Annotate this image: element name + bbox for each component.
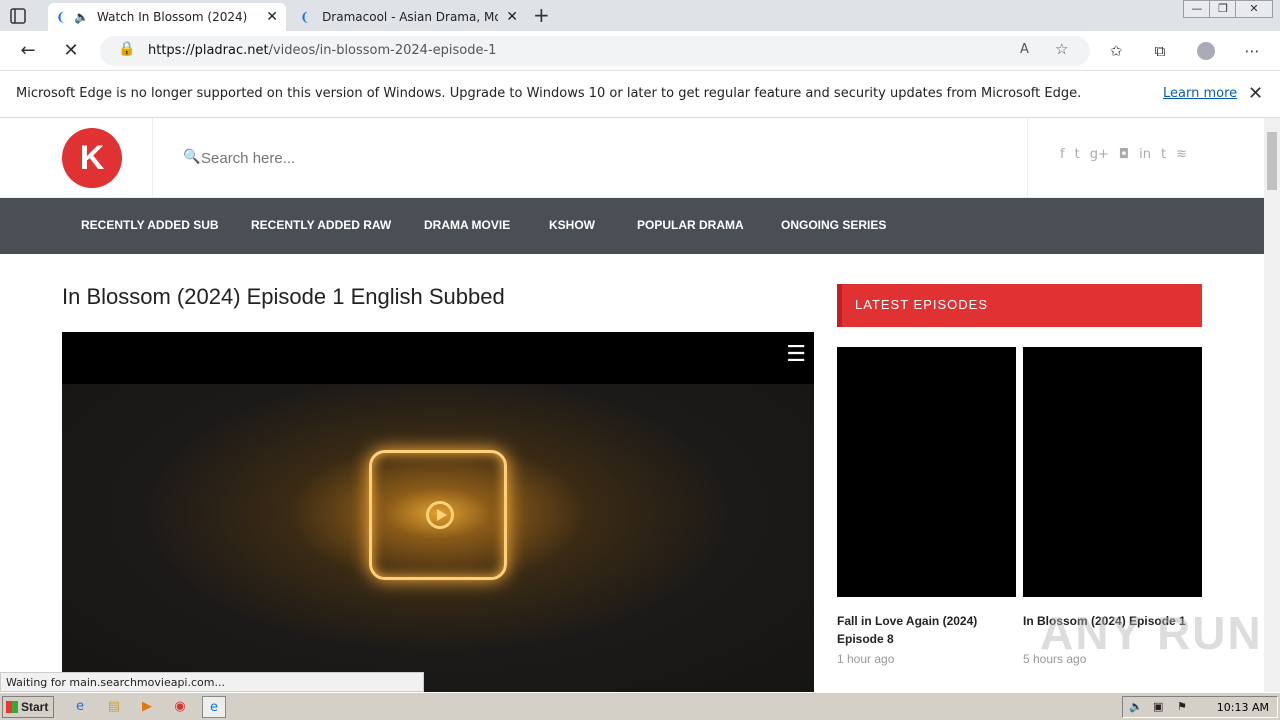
more-menu-icon[interactable]: ⋯ [1240, 39, 1264, 63]
clock: 10:13 AM [1216, 701, 1269, 714]
anyrun-watermark: ANY RUN [1040, 607, 1263, 659]
search-icon[interactable]: 🔍 [183, 149, 200, 165]
episode-time: 1 hour ago [837, 652, 895, 666]
audio-icon[interactable]: 🔈 [74, 10, 89, 24]
search-input[interactable] [201, 144, 801, 172]
nav-recently-added-raw[interactable]: RECENTLY ADDED RAW [251, 218, 391, 232]
close-icon[interactable]: ✕ [266, 9, 278, 25]
new-tab-button[interactable]: + [533, 3, 550, 27]
workspaces-icon[interactable] [8, 6, 28, 26]
episode-title[interactable]: Fall in Love Again (2024) Episode 8 [837, 612, 1016, 648]
read-aloud-icon[interactable]: A [1020, 42, 1029, 57]
nav-recently-added-sub[interactable]: RECENTLY ADDED SUB [81, 218, 219, 232]
status-bar: Waiting for main.searchmovieapi.com... [0, 672, 424, 692]
video-frame[interactable] [62, 384, 814, 692]
back-icon[interactable]: ← [16, 39, 40, 63]
rss-icon[interactable]: ≋ [1176, 147, 1187, 162]
linkedin-icon[interactable]: in [1139, 147, 1151, 162]
lock-icon[interactable]: 🔒 [118, 41, 135, 57]
nav-popular-drama[interactable]: POPULAR DRAMA [637, 218, 744, 232]
tab-dramacool[interactable]: ❨ Dramacool - Asian Drama, Movie ✕ [292, 3, 526, 31]
tumblr-icon[interactable]: t [1161, 147, 1166, 162]
edge-icon[interactable]: e [202, 696, 226, 718]
tab-watch-in-blossom[interactable]: ❨ 🔈 Watch In Blossom (2024) Ep ✕ [48, 3, 286, 31]
close-icon[interactable]: ✕ [506, 9, 518, 25]
infobar-message: Microsoft Edge is no longer supported on… [16, 86, 1082, 101]
episode-thumbnail[interactable] [1023, 347, 1202, 597]
minimize-button[interactable]: — [1183, 0, 1211, 18]
player-top-bar: ☰ [62, 332, 814, 384]
nav-ongoing-series[interactable]: ONGOING SERIES [781, 218, 886, 232]
network-icon[interactable]: ▣ [1153, 700, 1163, 713]
instagram-icon[interactable]: ◘ [1119, 147, 1129, 162]
chrome-icon[interactable]: ◉ [168, 696, 192, 718]
address-bar[interactable]: 🔒 https://pladrac.net/videos/in-blossom-… [100, 36, 1090, 66]
loading-icon: ❨ [56, 10, 67, 24]
close-window-button[interactable]: ✕ [1235, 0, 1273, 18]
loading-icon: ❨ [300, 10, 311, 24]
speaker-icon[interactable]: 🔈 [1129, 700, 1143, 713]
taskbar: Start e ▤ ▶ ◉ e 🔈 ▣ ⚑ 10:13 AM [0, 692, 1280, 720]
restore-button[interactable]: ❐ [1209, 0, 1237, 18]
search-box: 🔍 [152, 118, 1028, 198]
explorer-icon[interactable]: ▤ [102, 696, 126, 718]
studio-seal-logo [369, 450, 507, 580]
collections-icon[interactable]: ⧉ [1148, 39, 1172, 63]
start-button[interactable]: Start [2, 696, 54, 718]
media-player-icon[interactable]: ▶ [135, 696, 159, 718]
page-title: In Blossom (2024) Episode 1 English Subb… [62, 284, 505, 309]
site-header: K 🔍 f t g+ ◘ in t ≋ [0, 118, 1264, 198]
main-nav: RECENTLY ADDED SUB RECENTLY ADDED RAW DR… [0, 198, 1264, 254]
nav-kshow[interactable]: KSHOW [549, 218, 595, 232]
logo-mark-icon: K [79, 139, 105, 177]
facebook-icon[interactable]: f [1060, 147, 1065, 162]
system-tray: 🔈 ▣ ⚑ 10:13 AM [1122, 696, 1278, 718]
sidebar-title: LATEST EPISODES [855, 297, 989, 312]
favorites-icon[interactable]: ✩ [1104, 39, 1128, 63]
add-favorite-icon[interactable]: ☆ [1055, 40, 1068, 58]
tab-bar: ❨ 🔈 Watch In Blossom (2024) Ep ✕ ❨ Drama… [0, 0, 1280, 31]
social-links: f t g+ ◘ in t ≋ [1060, 147, 1187, 162]
flag-icon[interactable]: ⚑ [1177, 700, 1187, 713]
stop-loading-icon[interactable]: ✕ [59, 39, 83, 63]
episode-thumbnail[interactable] [837, 347, 1016, 597]
tab-label: Dramacool - Asian Drama, Movie [322, 10, 499, 24]
site-logo[interactable]: K [62, 128, 122, 188]
unsupported-os-infobar: Microsoft Edge is no longer supported on… [0, 71, 1280, 118]
twitter-icon[interactable]: t [1075, 147, 1080, 162]
nav-drama-movie[interactable]: DRAMA MOVIE [424, 218, 510, 232]
google-plus-icon[interactable]: g+ [1090, 147, 1109, 162]
url-text[interactable]: https://pladrac.net/videos/in-blossom-20… [148, 43, 496, 58]
play-icon [426, 501, 454, 529]
address-toolbar: ← ✕ 🔒 https://pladrac.net/videos/in-blos… [0, 31, 1280, 71]
scrollbar-thumb[interactable] [1267, 132, 1277, 190]
ie-icon[interactable]: e [68, 696, 92, 718]
latest-episodes-header: LATEST EPISODES [837, 284, 1202, 327]
video-player[interactable]: ☰ [62, 332, 814, 692]
learn-more-link[interactable]: Learn more [1163, 86, 1237, 101]
tab-label: Watch In Blossom (2024) Ep [97, 10, 248, 24]
close-icon[interactable]: ✕ [1248, 83, 1263, 104]
page-scrollbar[interactable] [1264, 118, 1280, 692]
playlist-icon[interactable]: ☰ [786, 342, 806, 367]
profile-avatar[interactable] [1194, 39, 1218, 63]
